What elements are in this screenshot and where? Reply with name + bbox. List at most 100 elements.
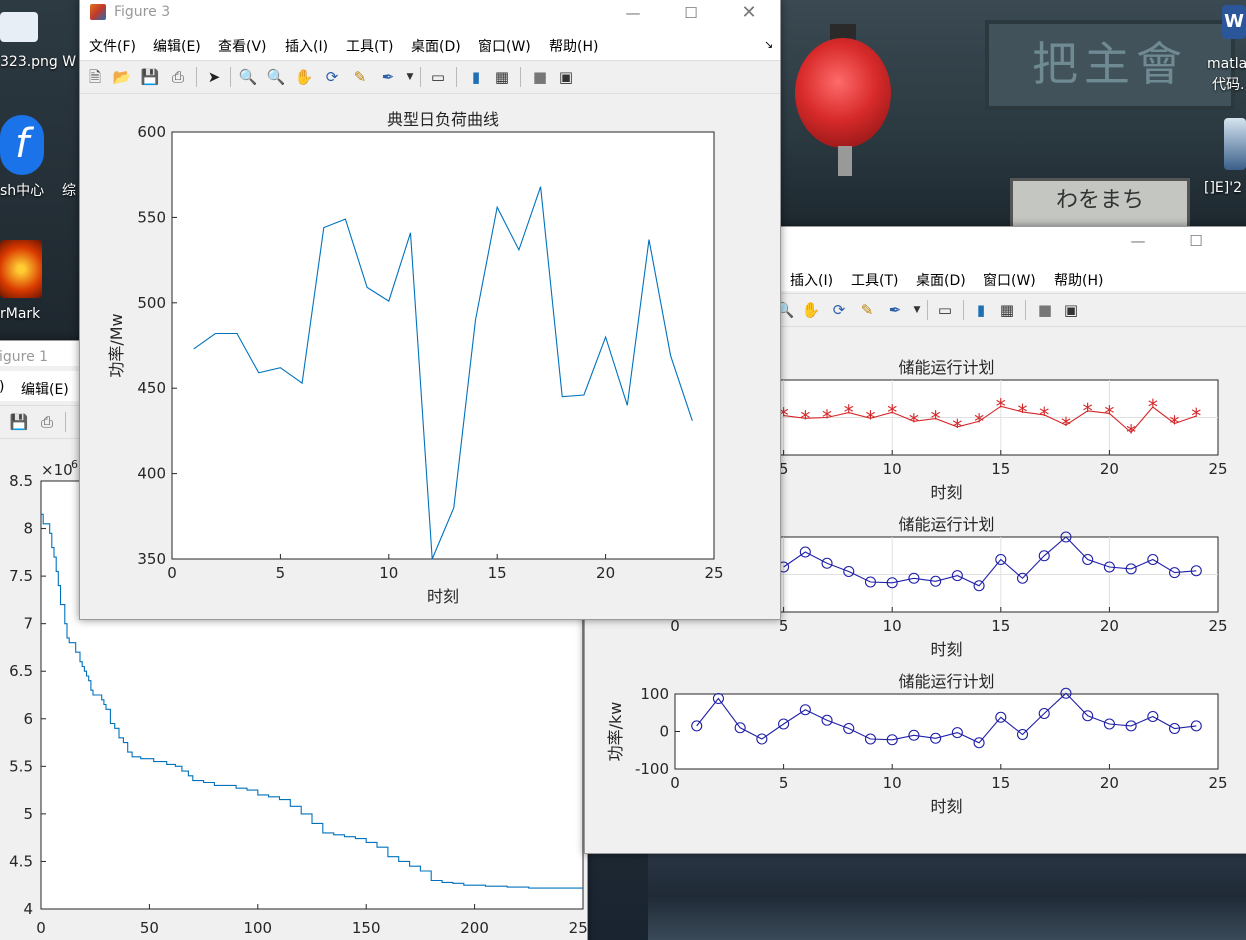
link-plot-icon[interactable]: ▭ — [428, 67, 448, 87]
figure3-menubar: 文件(F) 编辑(E) 查看(V) 插入(I) 工具(T) 桌面(D) 窗口(W… — [80, 26, 780, 60]
word-icon[interactable]: W — [1222, 5, 1246, 39]
save-icon[interactable]: 💾 — [9, 412, 29, 432]
print-icon[interactable]: ⎙ — [37, 412, 57, 432]
x-tick-label: 20 — [596, 564, 615, 582]
show-plot-tools-icon[interactable]: ▣ — [1061, 300, 1081, 320]
open-folder-icon[interactable]: 📂 — [112, 67, 132, 87]
y-axis-label: 功率/kw — [606, 702, 625, 762]
x-tick-label: 100 — [243, 919, 272, 937]
figure3-window[interactable]: Figure 3 — ☐ ✕ 文件(F) 编辑(E) 查看(V) 插入(I) 工… — [79, 0, 781, 620]
toolbar-separator — [520, 67, 521, 87]
desktop-icon-furmark-label[interactable]: rMark — [0, 306, 40, 322]
desktop-icon-png-label[interactable]: 323.png W — [0, 54, 76, 70]
y-tick-label: 7.5 — [9, 567, 33, 585]
desktop-file-thumbnail[interactable] — [0, 12, 38, 42]
chart-title: 储能运行计划 — [898, 358, 994, 377]
dock-arrow-icon[interactable]: ↘ — [764, 38, 773, 51]
minimize-icon[interactable]: — — [1115, 229, 1161, 254]
link-plot-icon[interactable]: ▭ — [935, 300, 955, 320]
figure2-menu-help[interactable]: 帮助(H) — [1054, 270, 1103, 290]
axes-box — [171, 131, 715, 560]
figure3-menu-desktop[interactable]: 桌面(D) — [411, 36, 461, 56]
data-point: * — [1083, 399, 1093, 423]
close-icon[interactable]: ✕ — [726, 1, 772, 26]
hide-plot-tools-icon[interactable]: ■ — [530, 67, 550, 87]
maximize-icon[interactable]: ☐ — [668, 1, 714, 26]
furmark-icon[interactable] — [0, 240, 42, 298]
desktop-icon-flash-label[interactable]: sh中心 — [0, 180, 44, 200]
y-tick-label: 5.5 — [9, 757, 33, 775]
figure3-menu-help[interactable]: 帮助(H) — [549, 36, 598, 56]
figure3-menu-tools[interactable]: 工具(T) — [346, 36, 393, 56]
figure3-menu-file[interactable]: 文件(F) — [89, 36, 136, 56]
y-tick-label: 5 — [23, 805, 33, 823]
hide-plot-tools-icon[interactable]: ■ — [1035, 300, 1055, 320]
figure1-menu-file[interactable]: ) — [0, 379, 4, 395]
show-plot-tools-icon[interactable]: ▣ — [556, 67, 576, 87]
data-point: * — [800, 406, 810, 430]
maximize-icon[interactable]: ☐ — [1173, 229, 1219, 254]
print-icon[interactable]: ⎙ — [168, 67, 188, 87]
data-point: * — [952, 415, 962, 439]
legend-icon[interactable]: ▦ — [492, 67, 512, 87]
brush-dropdown-icon[interactable]: ▼ — [907, 300, 927, 320]
x-tick-label: 15 — [991, 460, 1010, 478]
desktop-icon-photo-label[interactable]: []E]'2 — [1204, 180, 1242, 196]
chart-title: 典型日负荷曲线 — [387, 110, 499, 129]
pointer-arrow-icon[interactable]: ➤ — [204, 67, 224, 87]
figure3-menu-edit[interactable]: 编辑(E) — [153, 36, 201, 56]
desktop-icon-code-label[interactable]: 代码. — [1212, 74, 1244, 94]
figure2-menu-tools[interactable]: 工具(T) — [851, 270, 898, 290]
rotate-3d-icon[interactable]: ⟳ — [322, 67, 342, 87]
data-cursor-icon[interactable]: ✎ — [350, 67, 370, 87]
x-axis-label: 时刻 — [930, 797, 962, 816]
y-tick-label: 6.5 — [9, 662, 33, 680]
figure3-titlebar[interactable]: Figure 3 — ☐ ✕ — [80, 0, 780, 26]
photo-thumbnail-icon[interactable] — [1224, 118, 1246, 170]
figure2-menu-desktop[interactable]: 桌面(D) — [916, 270, 966, 290]
data-point: * — [865, 406, 875, 430]
y-tick-label: 7 — [23, 615, 33, 633]
colorbar-icon[interactable]: ▮ — [971, 300, 991, 320]
brush-dropdown-icon[interactable]: ▼ — [400, 67, 420, 87]
zoom-in-icon[interactable]: 🔍 — [238, 67, 258, 87]
x-tick-label: 20 — [1100, 460, 1119, 478]
y-tick-label: 8 — [23, 520, 33, 538]
brush-icon[interactable]: ✒ — [378, 67, 398, 87]
y-axis-label: 功率/Mw — [107, 313, 126, 377]
y-tick-label: 6 — [23, 710, 33, 728]
rotate-3d-icon[interactable]: ⟳ — [829, 300, 849, 320]
flash-icon[interactable]: f — [0, 115, 44, 175]
figure3-menu-window[interactable]: 窗口(W) — [478, 36, 531, 56]
toolbar-separator — [456, 67, 457, 87]
save-icon[interactable]: 💾 — [140, 67, 160, 87]
x-tick-label: 10 — [883, 460, 902, 478]
y-tick-label: 550 — [137, 208, 166, 226]
legend-icon[interactable]: ▦ — [997, 300, 1017, 320]
figure3-menu-view[interactable]: 查看(V) — [218, 36, 267, 56]
x-tick-label: 20 — [1100, 617, 1119, 635]
zoom-out-icon[interactable]: 🔍 — [266, 67, 286, 87]
data-point: * — [844, 401, 854, 425]
figure3-menu-insert[interactable]: 插入(I) — [285, 36, 328, 56]
y-exponent-power: 6 — [71, 458, 78, 471]
figure1-menu-edit[interactable]: 编辑(E) — [21, 379, 69, 399]
x-axis-label: 时刻 — [930, 483, 962, 502]
data-point: * — [1191, 404, 1201, 428]
figure2-menu-window[interactable]: 窗口(W) — [983, 270, 1036, 290]
data-cursor-icon[interactable]: ✎ — [857, 300, 877, 320]
data-point: * — [1148, 395, 1158, 419]
x-tick-label: 50 — [140, 919, 159, 937]
figure2-menu-insert[interactable]: 插入(I) — [790, 270, 833, 290]
brush-icon[interactable]: ✒ — [885, 300, 905, 320]
desktop-icon-matlab-label[interactable]: matla — [1207, 56, 1246, 72]
x-axis-label: 时刻 — [930, 640, 962, 659]
minimize-icon[interactable]: — — [610, 1, 656, 26]
colorbar-icon[interactable]: ▮ — [466, 67, 486, 87]
desktop-icon-label[interactable]: 综 — [62, 180, 76, 200]
pan-hand-icon[interactable]: ✋ — [294, 67, 314, 87]
new-figure-icon[interactable]: 🗎 — [85, 67, 105, 87]
x-tick-label: 5 — [779, 774, 789, 792]
pan-hand-icon[interactable]: ✋ — [801, 300, 821, 320]
x-tick-label: 10 — [883, 774, 902, 792]
